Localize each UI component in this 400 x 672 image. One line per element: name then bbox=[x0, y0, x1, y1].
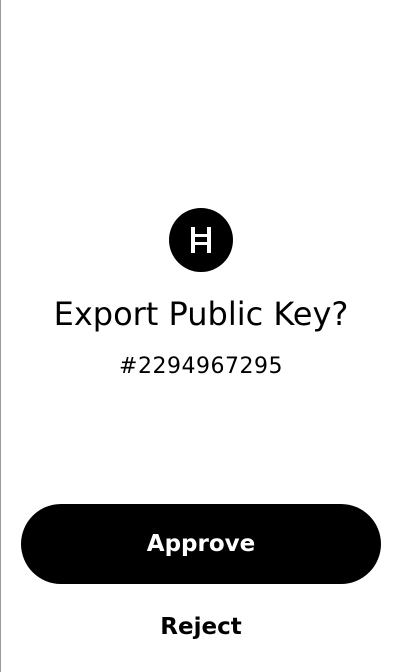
reject-button[interactable]: Reject bbox=[141, 606, 261, 648]
approve-button[interactable]: Approve bbox=[21, 504, 381, 584]
export-public-key-screen: Export Public Key? #2294967295 Approve R… bbox=[0, 0, 400, 672]
hedera-logo-icon bbox=[169, 208, 233, 272]
account-id: #2294967295 bbox=[119, 354, 283, 379]
hedera-h-glyph bbox=[191, 227, 211, 253]
page-title: Export Public Key? bbox=[53, 295, 349, 333]
